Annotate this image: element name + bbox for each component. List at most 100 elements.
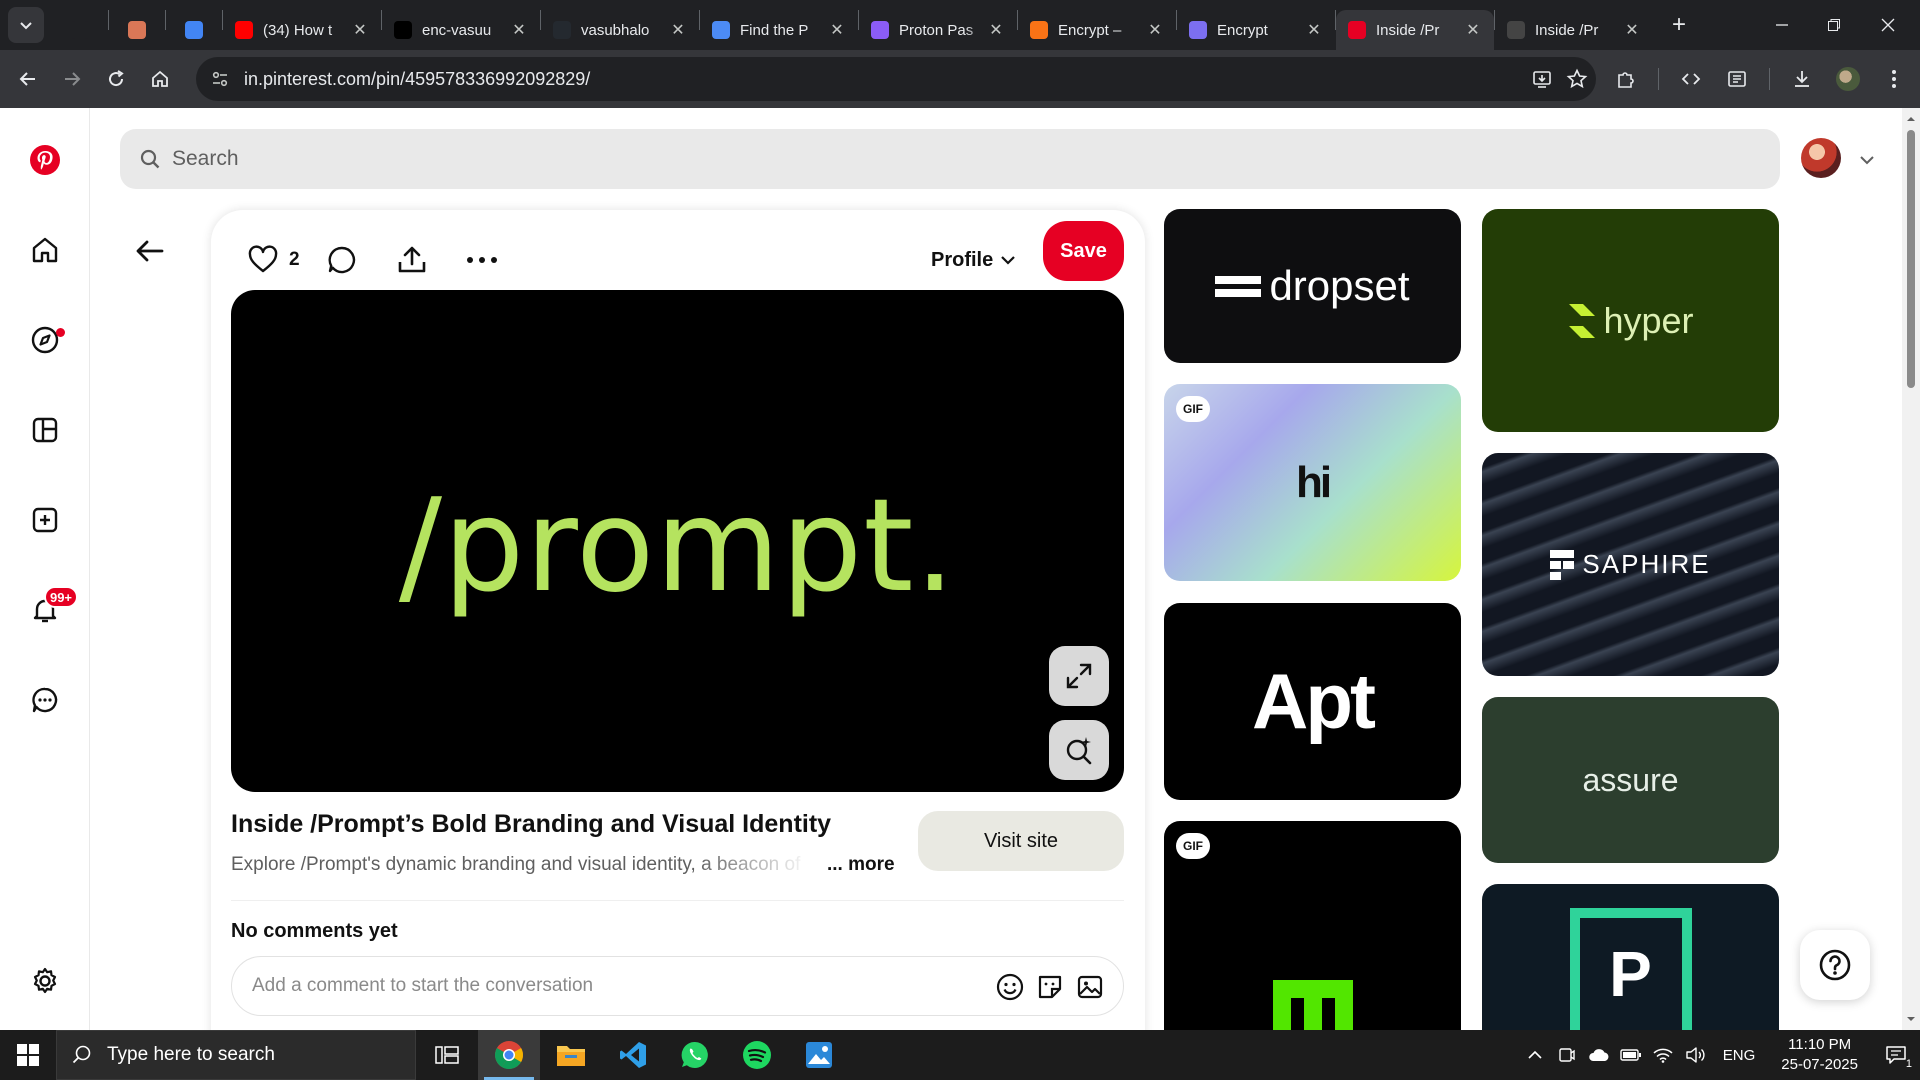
- start-button[interactable]: [0, 1030, 56, 1080]
- taskbar-file-explorer[interactable]: [540, 1030, 602, 1080]
- browser-menu-button[interactable]: [1874, 59, 1914, 99]
- extensions-button[interactable]: [1606, 59, 1646, 99]
- nav-home[interactable]: [25, 230, 65, 270]
- browser-tab[interactable]: Find the P ✕: [700, 10, 858, 50]
- comment-composer[interactable]: [231, 956, 1124, 1016]
- browser-tab[interactable]: [166, 10, 222, 50]
- browser-tab[interactable]: Inside /Pr ✕: [1336, 10, 1494, 50]
- close-window-button[interactable]: [1860, 0, 1916, 50]
- tab-close-icon[interactable]: ✕: [351, 20, 369, 40]
- tab-close-icon[interactable]: ✕: [1464, 20, 1482, 40]
- tray-onedrive[interactable]: [1583, 1030, 1615, 1080]
- tray-meet-now[interactable]: [1551, 1030, 1583, 1080]
- tab-close-icon[interactable]: ✕: [1146, 20, 1164, 40]
- devtools-button[interactable]: [1671, 59, 1711, 99]
- tab-close-icon[interactable]: ✕: [828, 20, 846, 40]
- taskbar-chrome[interactable]: [478, 1030, 540, 1080]
- address-bar[interactable]: in.pinterest.com/pin/459578336992092829/: [196, 57, 1596, 101]
- related-pin[interactable]: dropset: [1164, 209, 1461, 363]
- taskbar-photos[interactable]: [788, 1030, 850, 1080]
- visual-search-button[interactable]: [1049, 720, 1109, 780]
- browser-tab[interactable]: Encrypt ✕: [1177, 10, 1335, 50]
- help-button[interactable]: [1800, 930, 1870, 1000]
- nav-create[interactable]: [25, 500, 65, 540]
- related-pin[interactable]: GIF hi: [1164, 384, 1461, 581]
- nav-explore[interactable]: [25, 320, 65, 360]
- nav-settings[interactable]: [25, 961, 65, 1001]
- browser-tab[interactable]: Proton Pas ✕: [859, 10, 1017, 50]
- notification-count: 1: [1905, 1058, 1912, 1070]
- show-hidden-icons-button[interactable]: [1519, 1030, 1551, 1080]
- home-button[interactable]: [140, 59, 180, 99]
- related-pin[interactable]: GIF: [1164, 821, 1461, 1030]
- action-center-button[interactable]: 1: [1872, 1030, 1920, 1080]
- browser-tab[interactable]: Inside /Pr ✕: [1495, 10, 1653, 50]
- scrollbar-thumb[interactable]: [1907, 130, 1915, 388]
- scroll-down-arrow-icon[interactable]: [1906, 1014, 1916, 1024]
- tray-network[interactable]: [1647, 1030, 1679, 1080]
- comment-button[interactable]: [320, 238, 364, 282]
- tab-close-icon[interactable]: ✕: [669, 20, 687, 40]
- taskbar-clock[interactable]: 11:10 PM 25-07-2025: [1781, 1035, 1858, 1075]
- user-avatar[interactable]: [1801, 138, 1841, 178]
- tab-close-icon[interactable]: ✕: [987, 20, 1005, 40]
- browser-profile-button[interactable]: [1828, 59, 1868, 99]
- browser-tab[interactable]: Encrypt – ✕: [1018, 10, 1176, 50]
- tray-battery[interactable]: [1615, 1030, 1647, 1080]
- tab-close-icon[interactable]: ✕: [1623, 20, 1641, 40]
- taskbar-spotify[interactable]: [726, 1030, 788, 1080]
- browser-tab[interactable]: vasubhalo ✕: [541, 10, 699, 50]
- like-button[interactable]: [241, 238, 285, 282]
- minimize-button[interactable]: [1754, 0, 1810, 50]
- image-upload-button[interactable]: [1075, 972, 1105, 1002]
- restore-button[interactable]: [1806, 0, 1862, 50]
- forward-button[interactable]: [52, 59, 92, 99]
- nav-messages[interactable]: [25, 680, 65, 720]
- input-language[interactable]: ENG: [1723, 1047, 1756, 1064]
- browser-tab[interactable]: (34) How t ✕: [223, 10, 381, 50]
- taskbar-whatsapp[interactable]: [664, 1030, 726, 1080]
- pin-image[interactable]: /prompt.: [231, 290, 1124, 792]
- pinterest-search-bar[interactable]: [120, 129, 1780, 189]
- install-app-icon[interactable]: [1532, 68, 1554, 90]
- tray-volume[interactable]: [1679, 1030, 1711, 1080]
- related-pin[interactable]: assure: [1482, 697, 1779, 863]
- site-info-button[interactable]: [208, 67, 232, 91]
- task-view-button[interactable]: [416, 1030, 478, 1080]
- back-button[interactable]: [8, 59, 48, 99]
- bookmark-star-icon[interactable]: [1566, 68, 1588, 90]
- tab-search-button[interactable]: [8, 7, 44, 43]
- account-menu-button[interactable]: [1857, 150, 1877, 170]
- expand-image-button[interactable]: [1049, 646, 1109, 706]
- taskbar-search-box[interactable]: Type here to search: [56, 1030, 416, 1080]
- browser-tab[interactable]: [109, 10, 165, 50]
- nav-boards[interactable]: [25, 410, 65, 450]
- emoji-button[interactable]: [995, 972, 1025, 1002]
- search-input[interactable]: [172, 147, 1672, 171]
- sticker-button[interactable]: [1035, 972, 1065, 1002]
- related-pin[interactable]: SAPHIRE: [1482, 453, 1779, 676]
- board-select-dropdown[interactable]: Profile: [931, 240, 1017, 280]
- pin-back-button[interactable]: [130, 231, 170, 271]
- taskbar-vscode[interactable]: [602, 1030, 664, 1080]
- visit-site-button[interactable]: Visit site: [918, 811, 1124, 871]
- browser-tab[interactable]: enc-vasuu ✕: [382, 10, 540, 50]
- scroll-up-arrow-icon[interactable]: [1906, 114, 1916, 124]
- related-pin[interactable]: P: [1482, 884, 1779, 1030]
- reading-mode-button[interactable]: [1717, 59, 1757, 99]
- pinterest-logo-link[interactable]: [25, 140, 65, 180]
- share-button[interactable]: [390, 238, 434, 282]
- related-pin[interactable]: Apt: [1164, 603, 1461, 800]
- reload-button[interactable]: [96, 59, 136, 99]
- browser-tab[interactable]: [52, 10, 108, 50]
- page-scrollbar[interactable]: [1902, 108, 1920, 1030]
- tab-close-icon[interactable]: ✕: [1305, 20, 1323, 40]
- comment-input[interactable]: [252, 975, 952, 997]
- downloads-button[interactable]: [1782, 59, 1822, 99]
- new-tab-button[interactable]: +: [1663, 9, 1695, 41]
- related-pin[interactable]: hyper: [1482, 209, 1779, 432]
- more-options-button[interactable]: [460, 238, 504, 282]
- description-more-link[interactable]: ... more: [827, 854, 895, 876]
- tab-close-icon[interactable]: ✕: [510, 20, 528, 40]
- save-button[interactable]: Save: [1043, 221, 1124, 281]
